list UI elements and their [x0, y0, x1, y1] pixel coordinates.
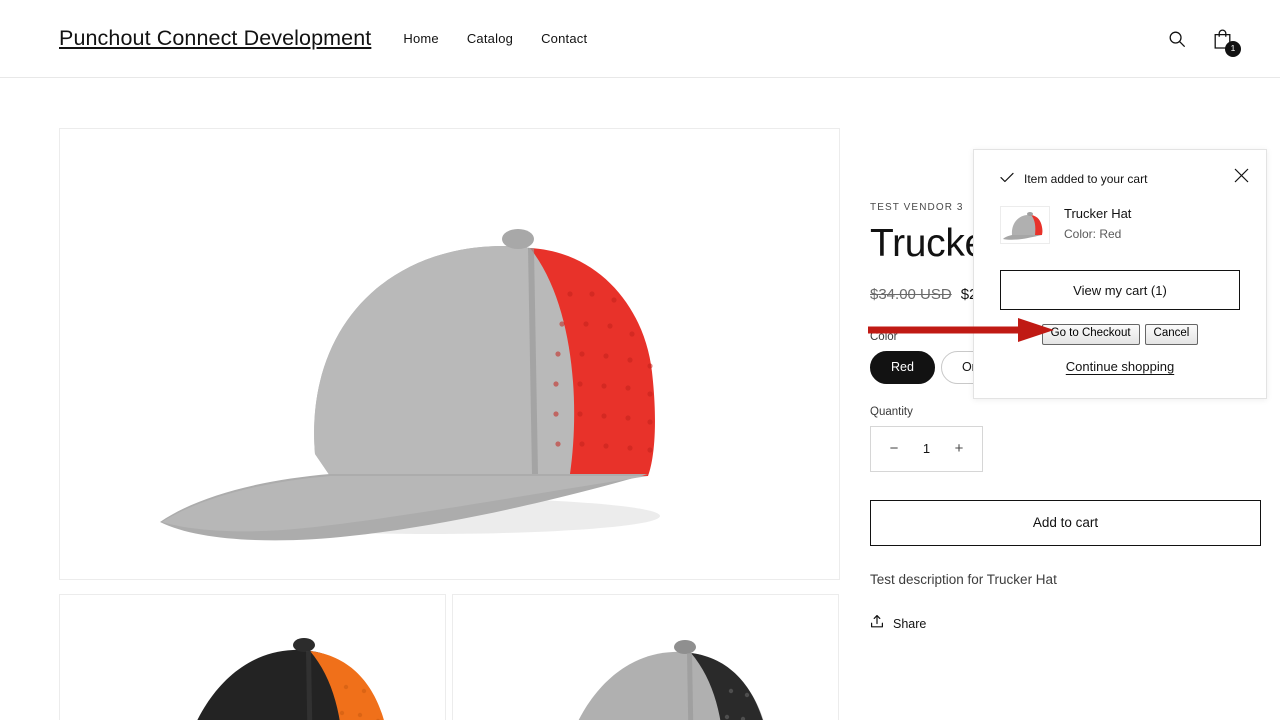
site-header: Punchout Connect Development Home Catalo… — [0, 0, 1280, 78]
cart-item-variant: Color: Red — [1064, 227, 1122, 241]
add-to-cart-button[interactable]: Add to cart — [870, 499, 1261, 546]
cancel-button[interactable]: Cancel — [1144, 324, 1199, 345]
cart-count-badge: 1 — [1225, 40, 1241, 57]
product-thumbnail-orange[interactable] — [59, 594, 446, 720]
continue-shopping-link[interactable]: Continue shopping — [1000, 359, 1240, 374]
quantity-decrease-button[interactable]: − — [884, 434, 904, 464]
share-button[interactable]: Share — [870, 614, 926, 634]
quantity-value: 1 — [922, 441, 931, 457]
cart-notification-popup: Item added to your cart Trucker Hat Colo… — [973, 149, 1267, 399]
header-actions: 1 — [1165, 27, 1241, 57]
search-icon[interactable] — [1165, 27, 1189, 51]
nav-link-home[interactable]: Home — [401, 25, 440, 52]
trucker-hat-gray-red-thumb — [1001, 207, 1049, 243]
checkout-dialog-buttons: Go to Checkout Cancel — [1000, 324, 1240, 345]
trucker-hat-black-orange-image — [87, 595, 418, 720]
price-compare-at: $34.00 USD — [870, 285, 952, 303]
trucker-hat-gray-black-image — [480, 595, 811, 720]
color-swatch-red[interactable]: Red — [870, 350, 935, 384]
share-upload-icon — [870, 614, 884, 634]
cart-item-thumbnail — [1000, 206, 1050, 244]
quantity-increase-button[interactable]: + — [949, 434, 969, 464]
product-media-gallery — [59, 128, 840, 720]
share-label: Share — [893, 616, 927, 631]
cart-item-name: Trucker Hat — [1064, 206, 1132, 221]
cart-line-item: Trucker Hat Color: Red — [1000, 206, 1240, 244]
cart-status-text: Item added to your cart — [1024, 172, 1148, 186]
cart-item-details: Trucker Hat Color: Red — [1064, 206, 1131, 244]
go-to-checkout-button[interactable]: Go to Checkout — [1041, 324, 1140, 345]
check-icon — [1000, 172, 1014, 186]
product-thumbnail-list — [59, 594, 840, 720]
product-page: TEST VENDOR 3 Trucker $34.00 USD $25 Col… — [0, 78, 1280, 720]
main-navigation: Home Catalog Contact — [401, 25, 589, 52]
quantity-stepper: − 1 + — [870, 425, 983, 472]
nav-link-contact[interactable]: Contact — [539, 25, 589, 52]
product-thumbnail-gray-black[interactable] — [452, 594, 839, 720]
cart-status-message: Item added to your cart — [1000, 172, 1240, 186]
view-my-cart-button[interactable]: View my cart (1) — [1000, 270, 1240, 310]
product-main-image[interactable] — [59, 128, 840, 580]
trucker-hat-gray-red-image — [99, 144, 800, 564]
cart-icon[interactable]: 1 — [1210, 27, 1241, 57]
product-description: Test description for Trucker Hat — [870, 571, 1057, 587]
site-brand-logo[interactable]: Punchout Connect Development — [59, 26, 371, 51]
nav-link-catalog[interactable]: Catalog — [465, 25, 515, 52]
close-icon[interactable] — [1228, 162, 1254, 188]
quantity-label: Quantity — [870, 405, 913, 418]
